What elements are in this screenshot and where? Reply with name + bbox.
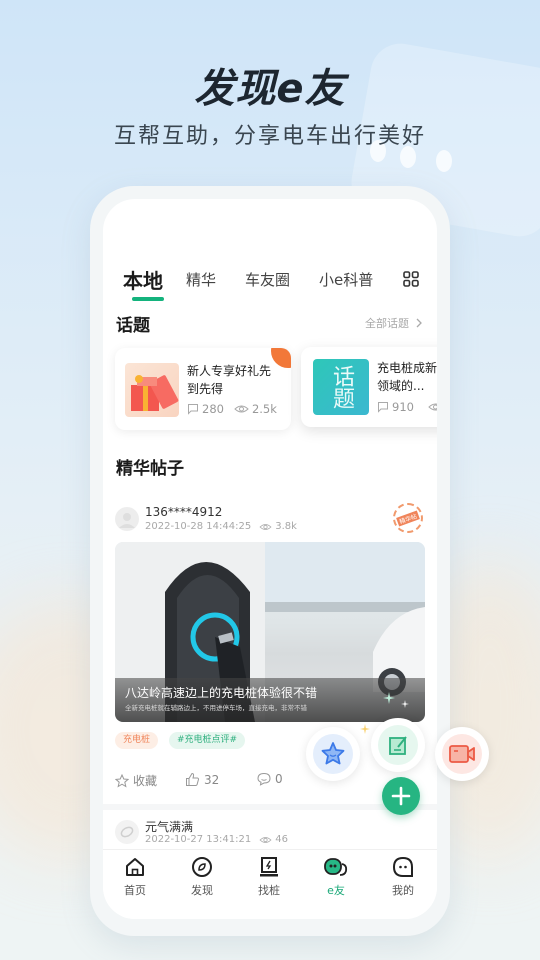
tabbar-find-charger[interactable]: 找桩: [244, 856, 294, 898]
comment-count: 0: [275, 772, 283, 786]
tag-charger-review[interactable]: #充电桩点评#: [169, 732, 246, 749]
topic-comment-count: 910: [392, 400, 414, 414]
plus-icon: [391, 786, 411, 806]
tabbar-label: 我的: [392, 884, 414, 897]
hero-title: 发现e友: [194, 66, 346, 112]
edit-note-icon: [389, 736, 407, 755]
write-post-fab[interactable]: [371, 718, 425, 772]
post-image[interactable]: 八达岭高速边上的充电桩体验很不错 全新充电桩就在辅路边上，不用进停车场，直接充电…: [115, 542, 425, 722]
like-count: 32: [204, 772, 220, 787]
collect-button[interactable]: 收藏: [115, 772, 157, 789]
tab-science[interactable]: 小e科普: [319, 269, 373, 290]
add-fab[interactable]: [382, 777, 420, 815]
sparkle-icon: [383, 692, 395, 704]
post-header[interactable]: 136****4912 2022-10-28 14:44:25 3.8k 精华帖: [115, 503, 425, 539]
comment-button[interactable]: 0: [257, 772, 283, 786]
eye-icon: [234, 405, 249, 413]
tab-car-circle[interactable]: 车友圈: [245, 269, 290, 290]
topic-title: 新人专享好礼先到先得: [187, 364, 272, 396]
like-button[interactable]: 32: [185, 772, 219, 787]
topic-title: 充电桩成新能源领域的...: [377, 361, 437, 393]
chat-bot-icon: [324, 858, 348, 876]
post-header[interactable]: 元气满满 2022-10-27 13:41:21 46: [115, 818, 425, 852]
gift-box-icon: [131, 375, 179, 411]
topic-card[interactable]: 新人专享好礼先到先得 280 2.5k HOT: [115, 348, 291, 430]
tabbar-discover[interactable]: 发现: [177, 856, 227, 898]
grid-menu-icon[interactable]: [403, 271, 419, 287]
post-author[interactable]: 元气满满: [145, 818, 193, 835]
featured-posts-title: 精华帖子: [116, 459, 184, 479]
compass-icon: [192, 857, 212, 877]
featured-stamp: 精华帖: [393, 503, 423, 533]
caption-title: 八达岭高速边上的充电桩体验很不错: [125, 686, 318, 700]
topic-view-count: 2.5k: [251, 402, 277, 416]
home-icon: [126, 858, 144, 876]
post-views: 46: [275, 834, 288, 845]
tabbar-e-friends[interactable]: e友: [311, 856, 361, 898]
tab-local[interactable]: 本地: [123, 265, 163, 294]
post-meta: 2022-10-27 13:41:21 46: [145, 834, 288, 845]
eye-icon: [259, 836, 272, 843]
video-fab[interactable]: [435, 727, 489, 781]
comment-bubble-icon: [257, 772, 271, 786]
top-tabs: 本地 精华 车友圈 小e科普: [123, 255, 423, 301]
post-time: 2022-10-28 14:44:25: [145, 521, 252, 532]
comment-icon: [378, 402, 388, 413]
tabbar-label: 首页: [124, 884, 146, 897]
video-camera-icon: [449, 745, 475, 763]
phone-frame: 本地 精华 车友圈 小e科普 话题 全部话题 新人专享好礼先到先得 280 2.…: [90, 186, 450, 936]
comment-icon: [188, 404, 198, 415]
collect-label: 收藏: [133, 774, 158, 788]
image-caption: 八达岭高速边上的充电桩体验很不错 全新充电桩就在辅路边上，不用进停车场，直接充电…: [115, 678, 425, 722]
tabbar-home[interactable]: 首页: [110, 856, 160, 898]
tabbar-label: 找桩: [258, 884, 280, 897]
profile-bubble-icon: [392, 856, 413, 877]
sparkle-icon: [360, 724, 370, 734]
tag-charger[interactable]: 充电桩: [115, 732, 159, 749]
post-time: 2022-10-27 13:41:21: [145, 834, 252, 845]
tab-featured[interactable]: 精华: [186, 269, 216, 290]
post-meta: 2022-10-28 14:44:25 3.8k: [145, 521, 297, 532]
post-actions: 收藏 32 0: [115, 772, 425, 792]
all-topics-label: 全部话题: [365, 317, 409, 330]
thumbs-up-icon: [186, 772, 199, 786]
topics-title: 话题: [116, 316, 150, 336]
charger-icon: [260, 857, 278, 877]
avatar[interactable]: [115, 820, 139, 844]
star-icon: [321, 742, 345, 765]
tabbar-label: 发现: [191, 884, 213, 897]
all-topics-link[interactable]: 全部话题: [365, 315, 425, 331]
active-tab-indicator: [132, 297, 164, 301]
avatar-image: [120, 826, 134, 838]
caption-subtitle: 全新充电桩就在辅路边上，不用进停车场，直接充电，非常不错: [125, 704, 307, 712]
topic-image-text: 话题: [329, 365, 354, 409]
topic-card[interactable]: 话题 充电桩成新能源领域的... 910 1.9k HOT: [301, 347, 437, 427]
decor-dot: [436, 150, 452, 172]
star-outline-icon: [115, 773, 129, 788]
post-views: 3.8k: [275, 521, 297, 532]
topic-image: 话题: [313, 359, 369, 415]
gift-image: [125, 363, 179, 417]
chevron-right-icon: [416, 318, 422, 328]
hero-subtitle: 互帮互助，分享电车出行美好: [113, 124, 426, 149]
tabbar-label: e友: [327, 884, 345, 897]
eye-icon: [428, 403, 437, 411]
eye-icon: [259, 523, 272, 530]
topic-comment-count: 280: [202, 402, 224, 416]
post-author[interactable]: 136****4912: [145, 505, 222, 519]
favorite-fab[interactable]: [306, 727, 360, 781]
topic-stats: 280 2.5k: [187, 402, 277, 416]
avatar[interactable]: [115, 507, 139, 531]
default-avatar-icon: [119, 513, 135, 528]
topic-stats: 910 1.9k: [377, 400, 437, 414]
bottom-tab-bar: 首页 发现 找桩 e友 我的: [103, 849, 437, 919]
tabbar-mine[interactable]: 我的: [378, 856, 428, 898]
sparkle-icon: [401, 700, 409, 708]
app-screen: 本地 精华 车友圈 小e科普 话题 全部话题 新人专享好礼先到先得 280 2.…: [103, 199, 437, 919]
